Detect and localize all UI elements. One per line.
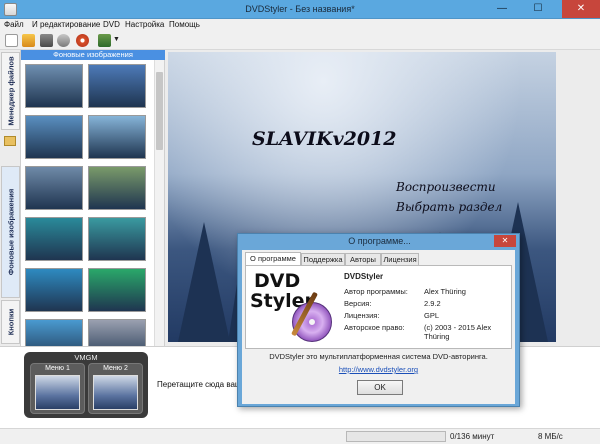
minimize-button[interactable]: —: [490, 0, 514, 18]
tab-authors[interactable]: Авторы: [345, 253, 381, 265]
tab-license[interactable]: Лицензия: [381, 253, 419, 265]
info-value: Alex Thüring: [424, 287, 466, 296]
background-thumbnail[interactable]: [25, 64, 83, 108]
menu-1-thumb[interactable]: Меню 1: [30, 363, 85, 414]
background-thumbnail[interactable]: [25, 115, 83, 159]
menu-help[interactable]: Помощь: [169, 20, 200, 29]
website-link[interactable]: http://www.dvdstyler.org: [242, 365, 515, 374]
menu-title-text[interactable]: SLAVIKv2012: [252, 128, 397, 150]
info-value: (c) 2003 - 2015 Alex Thüring: [424, 323, 492, 341]
maximize-button[interactable]: ☐: [526, 0, 550, 18]
about-dialog: О программе... ✕ О программе Поддержка А…: [237, 233, 520, 407]
dvdstyler-logo: DVD Styler: [250, 270, 334, 346]
settings-icon[interactable]: [57, 34, 70, 47]
background-thumbnail[interactable]: [88, 268, 146, 312]
dialog-close-button[interactable]: ✕: [494, 235, 516, 247]
menu-file[interactable]: Файл: [4, 20, 24, 29]
title-bar: DVDStyler - Без названия* — ☐ ✕: [0, 0, 600, 19]
dialog-title: О программе...: [348, 236, 411, 246]
chapter-menu-button[interactable]: Выбрать раздел: [396, 200, 502, 214]
disc-usage-progress: [346, 431, 446, 442]
background-thumbnail[interactable]: [25, 268, 83, 312]
duration-text: 0/136 минут: [450, 432, 495, 441]
drop-hint: Перетащите сюда ваши: [157, 380, 246, 389]
menu-bar: Файл И редактирование DVD Настройка Помо…: [0, 19, 600, 32]
tab-file-manager[interactable]: Менеджер файлов: [1, 52, 20, 130]
description-text: DVDStyler это мультиплатформенная систем…: [269, 352, 488, 361]
background-thumbnail[interactable]: [88, 217, 146, 261]
info-label: Версия:: [344, 299, 372, 308]
burn-icon[interactable]: [76, 34, 89, 47]
folder-icon: [4, 136, 16, 146]
ok-button[interactable]: OK: [357, 380, 403, 395]
vmgm-label: VMGM: [74, 353, 98, 362]
gallery-title: Фоновые изображения: [21, 50, 165, 60]
tab-about[interactable]: О программе: [245, 252, 301, 265]
about-panel: DVD Styler DVDStyler Автор программы: Al…: [245, 265, 512, 349]
background-gallery: Фоновые изображения: [21, 50, 165, 363]
menu-preview-image: [35, 375, 80, 410]
open-icon[interactable]: [22, 34, 35, 47]
toolbar: ▼: [0, 32, 600, 50]
background-thumbnail[interactable]: [88, 166, 146, 210]
close-button[interactable]: ✕: [562, 0, 600, 18]
status-bar: 0/136 минут 8 МБ/с: [0, 428, 600, 444]
chevron-down-icon[interactable]: ▼: [113, 36, 120, 43]
menu-dvd[interactable]: DVD: [103, 20, 120, 29]
background-thumbnail[interactable]: [88, 115, 146, 159]
play-menu-button[interactable]: Воспроизвести: [396, 180, 496, 194]
tab-backgrounds[interactable]: Фоновые изображения: [1, 166, 20, 298]
speed-text: 8 МБ/с: [538, 432, 563, 441]
dialog-body: О программе Поддержка Авторы Лицензия DV…: [242, 250, 515, 404]
background-thumbnail[interactable]: [25, 166, 83, 210]
info-label: Автор программы:: [344, 287, 408, 296]
info-label: Авторское право:: [344, 323, 405, 332]
background-thumbnail[interactable]: [88, 64, 146, 108]
add-file-icon[interactable]: [98, 34, 111, 47]
save-icon[interactable]: [40, 34, 53, 47]
info-label: Лицензия:: [344, 311, 380, 320]
new-icon[interactable]: [5, 34, 18, 47]
tab-support[interactable]: Поддержка: [301, 253, 345, 265]
info-value: GPL: [424, 311, 440, 320]
menu-2-thumb[interactable]: Меню 2: [88, 363, 143, 414]
menu-preview-image: [93, 375, 138, 410]
background-thumbnail[interactable]: [25, 217, 83, 261]
info-value: 2.9.2: [424, 299, 441, 308]
sidebar-tabs: Менеджер файлов Фоновые изображения Кноп…: [0, 50, 21, 346]
tab-buttons[interactable]: Кнопки: [1, 300, 20, 344]
product-name: DVDStyler: [344, 272, 384, 281]
menu-settings[interactable]: Настройка: [125, 20, 164, 29]
vmgm-group: VMGM Меню 1 Меню 2: [24, 352, 148, 418]
menu-edit[interactable]: И редактирование: [32, 20, 100, 29]
scrollbar-thumb[interactable]: [156, 72, 163, 150]
